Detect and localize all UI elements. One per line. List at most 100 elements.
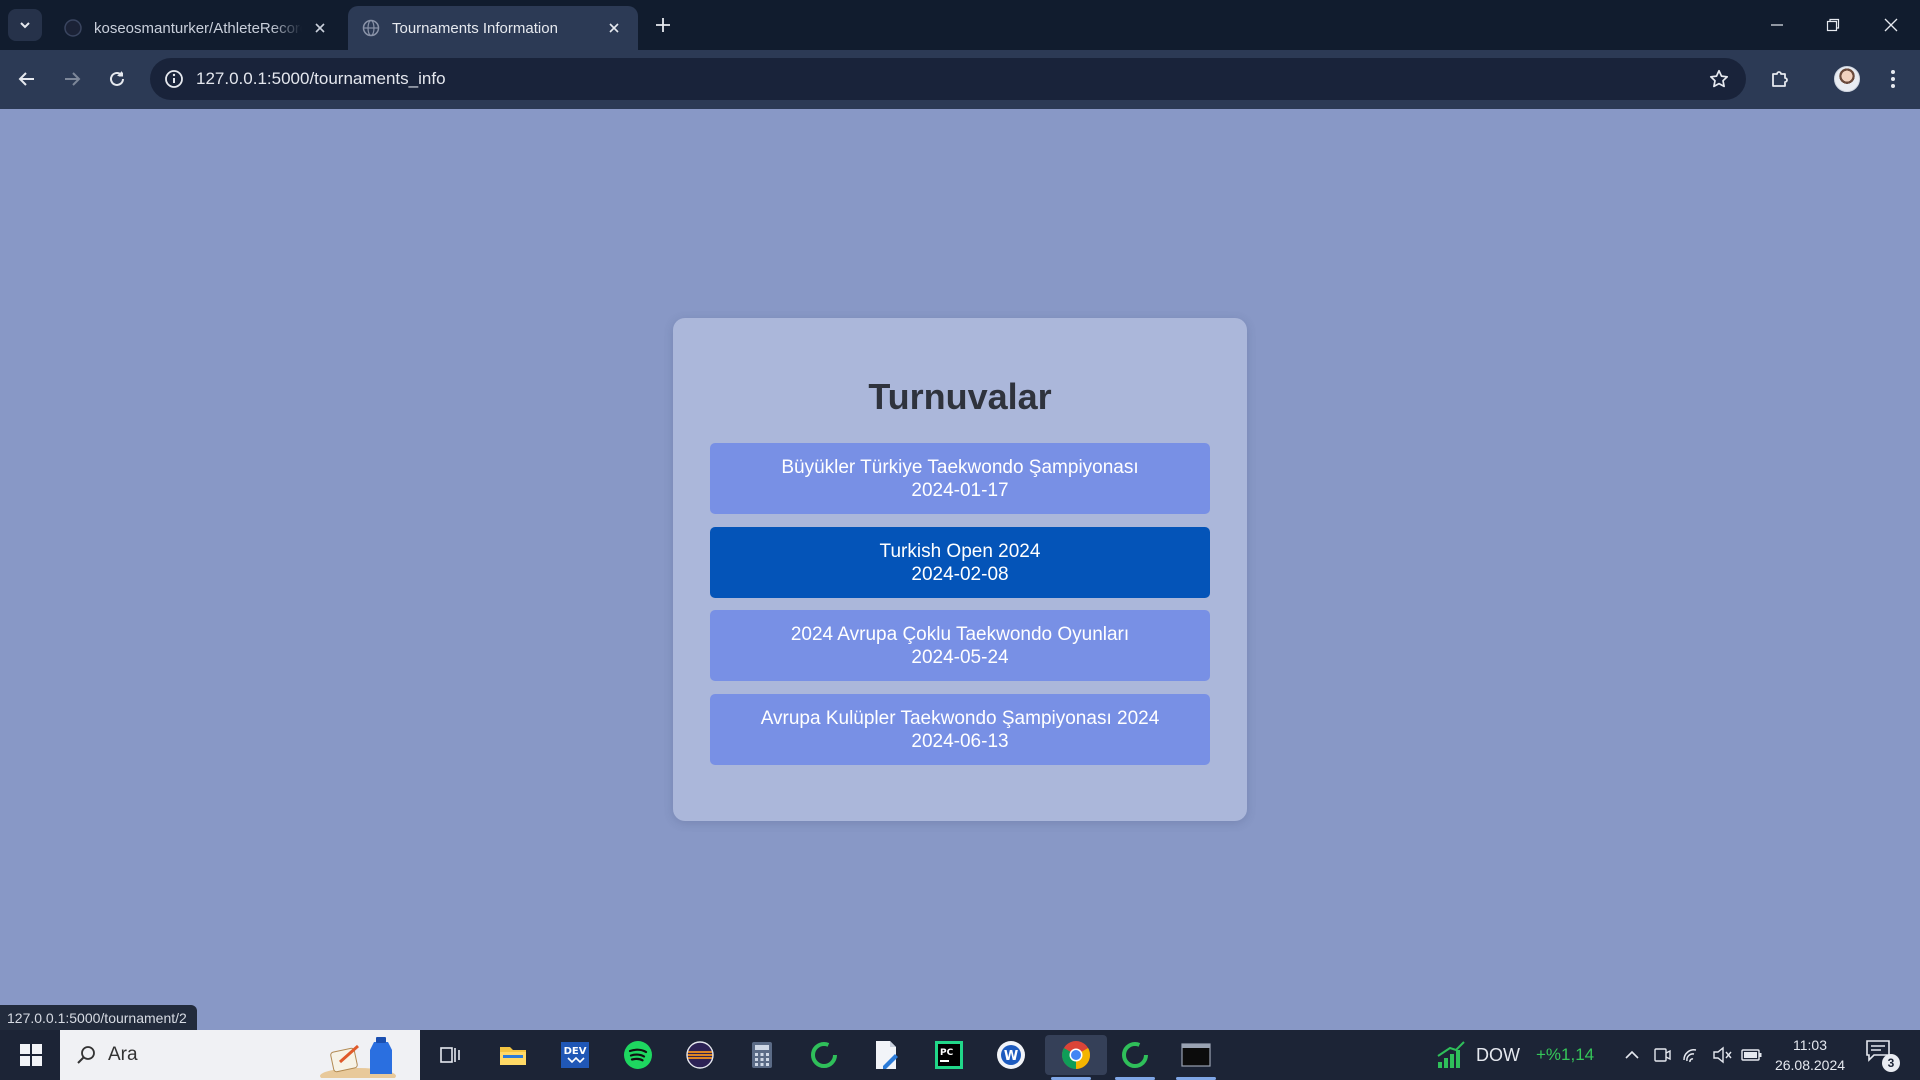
show-hidden-icons-button[interactable] [1620, 1043, 1644, 1067]
tournament-date: 2024-05-24 [911, 646, 1009, 668]
windows-taskbar: Ara DEV PC W DOW +%1,14 11:03 26.08.2024… [0, 1030, 1920, 1080]
tournament-link[interactable]: 2024 Avrupa Çoklu Taekwondo Oyunları 202… [710, 610, 1210, 681]
minimize-icon [1771, 24, 1783, 26]
address-bar[interactable]: 127.0.0.1:5000/tournaments_info [150, 58, 1746, 100]
dev-app-icon: DEV [561, 1042, 589, 1068]
arrow-left-icon [18, 72, 34, 86]
calculator-icon [752, 1042, 772, 1068]
battery-icon[interactable] [1740, 1043, 1764, 1067]
camera-tray-icon[interactable] [1650, 1043, 1674, 1067]
tournament-name: Turkish Open 2024 [879, 540, 1041, 562]
arrow-right-icon [65, 72, 81, 86]
spotify-button[interactable] [612, 1035, 664, 1075]
page-title: Turnuvalar [868, 376, 1052, 417]
folder-icon [500, 1047, 526, 1065]
notification-count-badge: 3 [1882, 1054, 1900, 1072]
tab-tournaments[interactable]: Tournaments Information [348, 6, 638, 50]
close-icon[interactable] [310, 18, 330, 38]
spotify-icon [624, 1041, 652, 1069]
clock-time: 11:03 [1793, 1037, 1827, 1053]
tab-title: Tournaments Information [392, 19, 558, 37]
notification-center-button[interactable]: 3 [1866, 1040, 1900, 1072]
terminal-icon [1181, 1043, 1211, 1067]
tab-search-button[interactable] [8, 9, 42, 41]
tournament-date: 2024-01-17 [911, 479, 1009, 501]
back-button[interactable] [10, 62, 44, 96]
tournament-name: 2024 Avrupa Çoklu Taekwondo Oyunları [790, 623, 1130, 645]
status-bar-url: 127.0.0.1:5000/tournament/2 [0, 1005, 197, 1031]
close-icon [1884, 18, 1898, 32]
file-explorer-button[interactable] [487, 1035, 539, 1075]
tournament-date: 2024-06-13 [911, 730, 1009, 752]
close-window-button[interactable] [1866, 6, 1916, 44]
tab-github[interactable]: koseosmanturker/AthleteRecords [50, 6, 344, 50]
circular-loader-icon [811, 1042, 837, 1068]
tournaments-card: Turnuvalar Büyükler Türkiye Taekwondo Şa… [673, 318, 1247, 821]
eclipse-button[interactable] [674, 1035, 726, 1075]
start-button[interactable] [8, 1030, 54, 1080]
close-icon[interactable] [604, 18, 624, 38]
avatar [1834, 66, 1860, 92]
clock-date: 26.08.2024 [1774, 1057, 1846, 1073]
wifi-icon[interactable] [1680, 1043, 1704, 1067]
site-info-icon[interactable] [158, 63, 190, 95]
ticker-symbol: DOW [1476, 1044, 1520, 1065]
stock-ticker-widget[interactable]: DOW +%1,14 [1436, 1038, 1594, 1072]
editor-app-button[interactable] [861, 1035, 913, 1075]
search-icon [74, 1043, 98, 1067]
restore-button[interactable] [1808, 6, 1858, 44]
circular-loader-icon [1122, 1042, 1148, 1068]
task-view-icon [440, 1047, 460, 1063]
minimize-button[interactable] [1752, 6, 1802, 44]
document-pen-icon [876, 1041, 898, 1069]
chrome-icon [1062, 1041, 1090, 1069]
browser-tab-bar: koseosmanturker/AthleteRecords Tournamen… [0, 0, 1920, 50]
search-highlight-illustration-icon [320, 1037, 396, 1078]
more-vertical-icon [1891, 70, 1895, 88]
pycharm-button[interactable]: PC [923, 1035, 975, 1075]
tournament-name: Avrupa Kulüpler Taekwondo Şampiyonası 20… [760, 707, 1160, 729]
word-app-button[interactable]: W [985, 1035, 1037, 1075]
new-tab-button[interactable] [650, 12, 676, 38]
browser-toolbar: 127.0.0.1:5000/tournaments_info [0, 50, 1920, 109]
chrome-button[interactable] [1045, 1035, 1107, 1080]
tournament-link[interactable]: Avrupa Kulüpler Taekwondo Şampiyonası 20… [710, 694, 1210, 765]
plus-icon [656, 18, 670, 32]
loader-app-button[interactable] [798, 1035, 850, 1075]
svg-text:DEV: DEV [564, 1046, 587, 1057]
w-app-icon: W [997, 1041, 1025, 1069]
taskbar-search[interactable]: Ara [60, 1030, 420, 1080]
windows-logo-icon [20, 1044, 42, 1066]
stock-chart-icon [1437, 1041, 1465, 1068]
pycharm-icon: PC [935, 1041, 963, 1069]
tab-title: koseosmanturker/AthleteRecords [94, 19, 302, 37]
svg-text:PC: PC [940, 1048, 954, 1058]
reload-icon [110, 71, 124, 86]
chevron-down-icon [20, 22, 30, 29]
url-text[interactable]: 127.0.0.1:5000/tournaments_info [196, 69, 446, 89]
calculator-button[interactable] [736, 1035, 788, 1075]
system-clock[interactable]: 11:03 26.08.2024 [1764, 1035, 1856, 1075]
profile-button[interactable] [1830, 62, 1864, 96]
eclipse-icon [686, 1041, 714, 1069]
volume-muted-icon[interactable] [1710, 1043, 1734, 1067]
task-view-button[interactable] [424, 1035, 476, 1075]
ticker-change: +%1,14 [1536, 1045, 1595, 1064]
restore-icon [1826, 18, 1840, 32]
forward-button[interactable] [55, 62, 89, 96]
tournament-link[interactable]: Büyükler Türkiye Taekwondo Şampiyonası 2… [710, 443, 1210, 514]
terminal-button[interactable] [1170, 1035, 1222, 1080]
svg-text:W: W [1004, 1049, 1018, 1064]
github-icon [64, 19, 82, 37]
dev-app-button[interactable]: DEV [549, 1035, 601, 1075]
browser-menu-button[interactable] [1876, 62, 1910, 96]
extensions-button[interactable] [1764, 62, 1798, 96]
bookmark-star-icon[interactable] [1704, 64, 1734, 94]
tournament-date: 2024-02-08 [911, 563, 1009, 585]
chevron-up-icon [1625, 1050, 1639, 1059]
search-placeholder: Ara [108, 1044, 138, 1065]
tournament-link[interactable]: Turkish Open 2024 2024-02-08 [710, 527, 1210, 598]
loader-app-2-button[interactable] [1109, 1035, 1161, 1080]
tournament-name: Büyükler Türkiye Taekwondo Şampiyonası [781, 456, 1139, 478]
reload-button[interactable] [100, 62, 134, 96]
